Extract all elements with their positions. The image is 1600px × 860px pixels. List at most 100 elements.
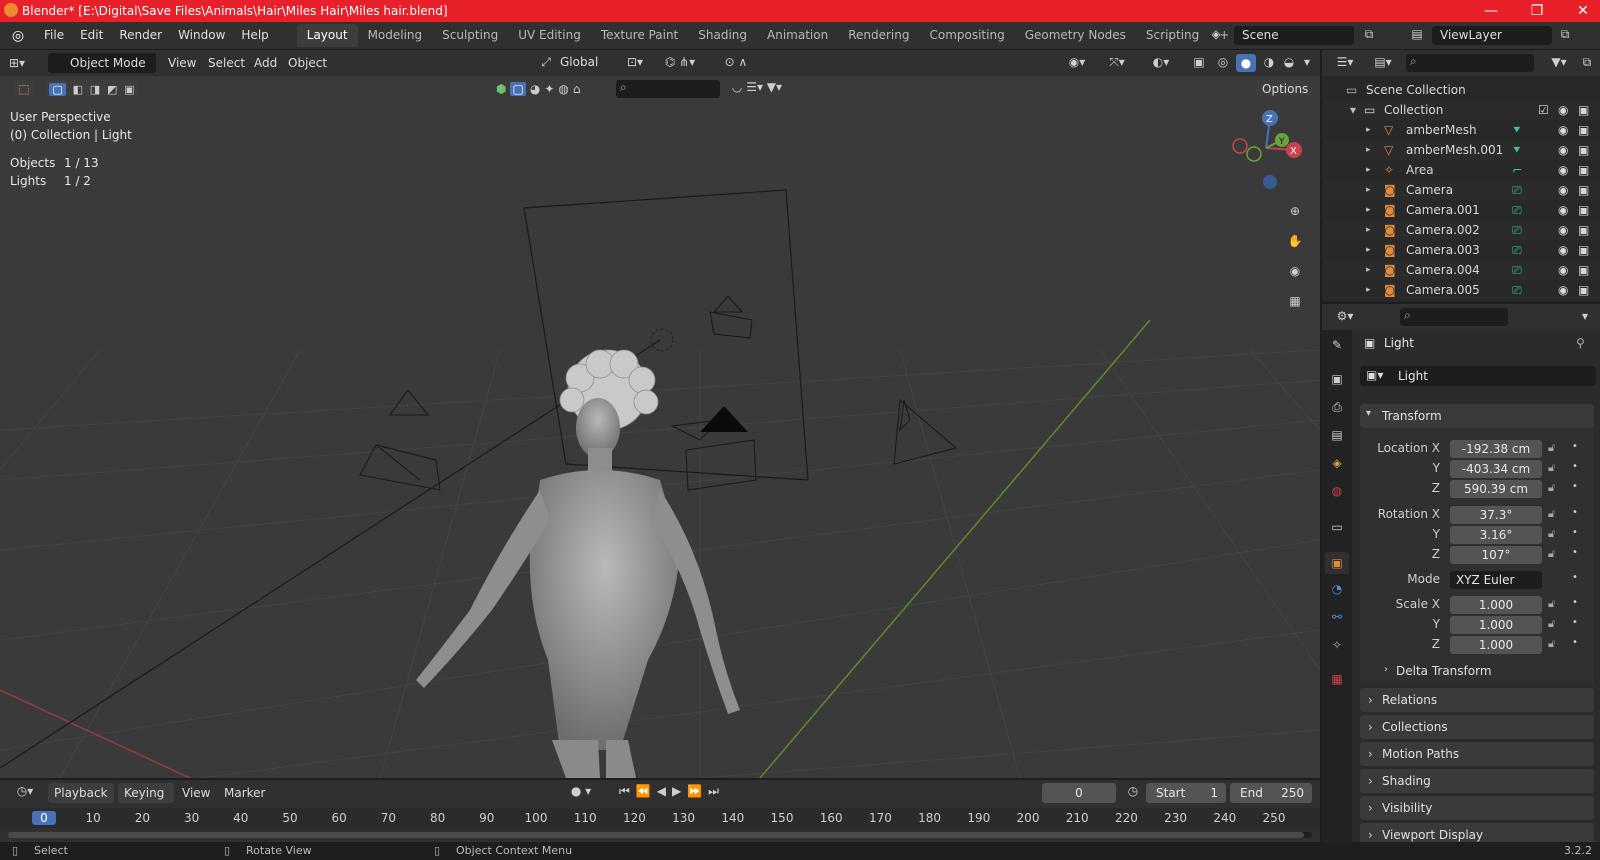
camera-data-icon[interactable]: ⎚	[1512, 240, 1522, 260]
current-frame-indicator[interactable]: 0	[32, 811, 56, 825]
outliner-item[interactable]: ▸ ◙ Camera ⎚ ◉ ▣	[1322, 180, 1600, 200]
camera-data-icon[interactable]: ⎚	[1512, 280, 1522, 300]
outliner-item[interactable]: ▸ ◙ Camera.001 ⎚ ◉ ▣	[1322, 200, 1600, 220]
tab-scripting[interactable]: Scripting	[1136, 24, 1209, 47]
current-frame-field[interactable]: 0	[1042, 783, 1116, 803]
panel-visibility[interactable]: › Visibility	[1360, 796, 1594, 820]
keyframe-dot-icon[interactable]: •	[1572, 507, 1578, 518]
render-camera-icon[interactable]: ▣	[1578, 100, 1589, 120]
menu-file[interactable]: File	[36, 22, 72, 49]
scrollbar-thumb[interactable]	[8, 832, 1304, 838]
render-camera-icon[interactable]: ▣	[1578, 120, 1589, 140]
editor-type-icon[interactable]: ⊞▾	[0, 56, 34, 70]
object-data-browse-icon[interactable]: ▣▾	[1366, 368, 1383, 382]
render-camera-icon[interactable]: ▣	[1578, 160, 1589, 180]
render-camera-icon[interactable]: ▣	[1578, 140, 1589, 160]
menu-render[interactable]: Render	[111, 22, 170, 49]
rotation-mode-select[interactable]: XYZ Euler	[1450, 571, 1542, 589]
tab-texture-paint[interactable]: Texture Paint	[591, 24, 688, 47]
lock-icon[interactable]: 🔓︎	[1548, 441, 1555, 455]
keyframe-dot-icon[interactable]: •	[1572, 461, 1578, 472]
outliner-item[interactable]: ▸ ▽ amberMesh ⯆ ◉ ▣	[1322, 120, 1600, 140]
visibility-icon[interactable]: ◉▾	[1064, 55, 1090, 69]
outliner-filter-icon[interactable]: ▼▾	[1544, 55, 1574, 69]
eye-icon[interactable]: ◉	[1558, 120, 1568, 140]
select-tool-icon[interactable]: ⬚	[14, 80, 34, 98]
properties-search-input[interactable]: ⌕	[1400, 308, 1508, 326]
filter-dropdown-icon[interactable]: ◡ ☰▾ ▼▾	[722, 80, 792, 94]
menu-keying[interactable]: Keying	[118, 783, 174, 803]
scene-selector[interactable]: Scene	[1234, 26, 1354, 45]
mesh-data-icon[interactable]: ⯆	[1512, 120, 1522, 140]
zoom-icon[interactable]: ⊕	[1284, 200, 1306, 222]
chevron-right-icon[interactable]: ▸	[1366, 260, 1371, 280]
scene-icon[interactable]: ◈	[1206, 27, 1226, 41]
outliner-search-input[interactable]: ⌕	[1406, 54, 1534, 72]
location-z-field[interactable]: 590.39 cm	[1450, 480, 1542, 498]
timeline-scrollbar[interactable]	[8, 832, 1312, 838]
chevron-right-icon[interactable]: ▸	[1366, 120, 1371, 140]
lock-icon[interactable]: 🔓︎	[1548, 637, 1555, 651]
xray-toggle-icon[interactable]: ▣	[1190, 55, 1208, 69]
new-scene-icon[interactable]: ⧉	[1360, 27, 1378, 42]
menu-edit[interactable]: Edit	[72, 22, 111, 49]
chevron-right-icon[interactable]: ▸	[1366, 180, 1371, 200]
preview-range-icon[interactable]: ◷	[1124, 784, 1142, 798]
pivot-point-icon[interactable]: ⊡▾	[620, 55, 650, 69]
empty-filter-icon[interactable]: ⌂	[573, 82, 581, 96]
menu-window[interactable]: Window	[170, 22, 233, 49]
navigation-gizmo[interactable]: Z Y X	[1226, 106, 1306, 196]
outliner-scene-collection[interactable]: ▭ Scene Collection	[1322, 80, 1600, 100]
view-layer-icon[interactable]: ▤	[1408, 27, 1426, 41]
eye-icon[interactable]: ◉	[1558, 180, 1568, 200]
render-camera-icon[interactable]: ▣	[1578, 180, 1589, 200]
constraints-tab-icon[interactable]: ⚯	[1328, 610, 1346, 624]
start-frame-field[interactable]: Start 1	[1146, 783, 1226, 803]
outliner-item[interactable]: ▸ ✧ Area ⌐ ◉ ▣	[1322, 160, 1600, 180]
camera-data-icon[interactable]: ⎚	[1512, 220, 1522, 240]
panel-motion-paths[interactable]: › Motion Paths	[1360, 742, 1594, 766]
camera-view-icon[interactable]: ◉	[1284, 260, 1306, 282]
scale-z-field[interactable]: 1.000	[1450, 636, 1542, 654]
tab-shading[interactable]: Shading	[688, 24, 757, 47]
panel-collections[interactable]: › Collections	[1360, 715, 1594, 739]
render-camera-icon[interactable]: ▣	[1578, 200, 1589, 220]
outliner-item[interactable]: ▸ ◙ Camera.003 ⎚ ◉ ▣	[1322, 240, 1600, 260]
new-view-layer-icon[interactable]: ⧉	[1556, 27, 1574, 42]
delta-transform-subpanel[interactable]: Delta Transform	[1396, 664, 1492, 678]
select-intersect-icon[interactable]: ▣	[124, 83, 134, 96]
render-camera-icon[interactable]: ▣	[1578, 260, 1589, 280]
auto-keying-icon[interactable]: ● ▾	[566, 784, 596, 798]
display-mode-icon[interactable]: ▤▾	[1368, 55, 1398, 69]
exclude-checkbox[interactable]: ☑	[1538, 100, 1549, 120]
chevron-right-icon[interactable]: ▸	[1366, 160, 1371, 180]
scale-y-field[interactable]: 1.000	[1450, 616, 1542, 634]
keyframe-dot-icon[interactable]: •	[1572, 547, 1578, 558]
location-x-field[interactable]: -192.38 cm	[1450, 440, 1542, 458]
properties-options-icon[interactable]: ▾	[1578, 309, 1592, 323]
tab-layout[interactable]: Layout	[296, 24, 358, 47]
minimize-button[interactable]: —	[1468, 0, 1514, 22]
scale-x-field[interactable]: 1.000	[1450, 596, 1542, 614]
select-new-icon[interactable]: ▢	[49, 82, 66, 96]
tab-compositing[interactable]: Compositing	[919, 24, 1014, 47]
camera-filter-icon[interactable]: ◍	[558, 82, 568, 96]
modifiers-tab-icon[interactable]: ◔	[1328, 582, 1346, 596]
select-extend-icon[interactable]: ◧	[73, 83, 83, 96]
object-name-field[interactable]: Light	[1360, 366, 1596, 386]
ortho-toggle-icon[interactable]: ▦	[1284, 290, 1306, 312]
eye-icon[interactable]: ◉	[1558, 260, 1568, 280]
lock-icon[interactable]: 🔓︎	[1548, 597, 1555, 611]
keyframe-dot-icon[interactable]: •	[1572, 617, 1578, 628]
output-tab-icon[interactable]: ⎙	[1328, 400, 1346, 415]
new-collection-icon[interactable]: ⧉	[1578, 55, 1596, 70]
render-tab-icon[interactable]: ▣	[1328, 372, 1346, 386]
chevron-right-icon[interactable]: ▸	[1366, 200, 1371, 220]
properties-editor-icon[interactable]: ⚙▾	[1330, 309, 1360, 323]
eye-icon[interactable]: ◉	[1558, 160, 1568, 180]
chevron-down-icon[interactable]: ▾	[1350, 100, 1356, 120]
scene-filter-icon[interactable]: ⬢	[496, 82, 506, 96]
texture-tab-icon[interactable]: ▦	[1328, 672, 1346, 686]
tab-rendering[interactable]: Rendering	[838, 24, 919, 47]
chevron-right-icon[interactable]: ▸	[1366, 220, 1371, 240]
